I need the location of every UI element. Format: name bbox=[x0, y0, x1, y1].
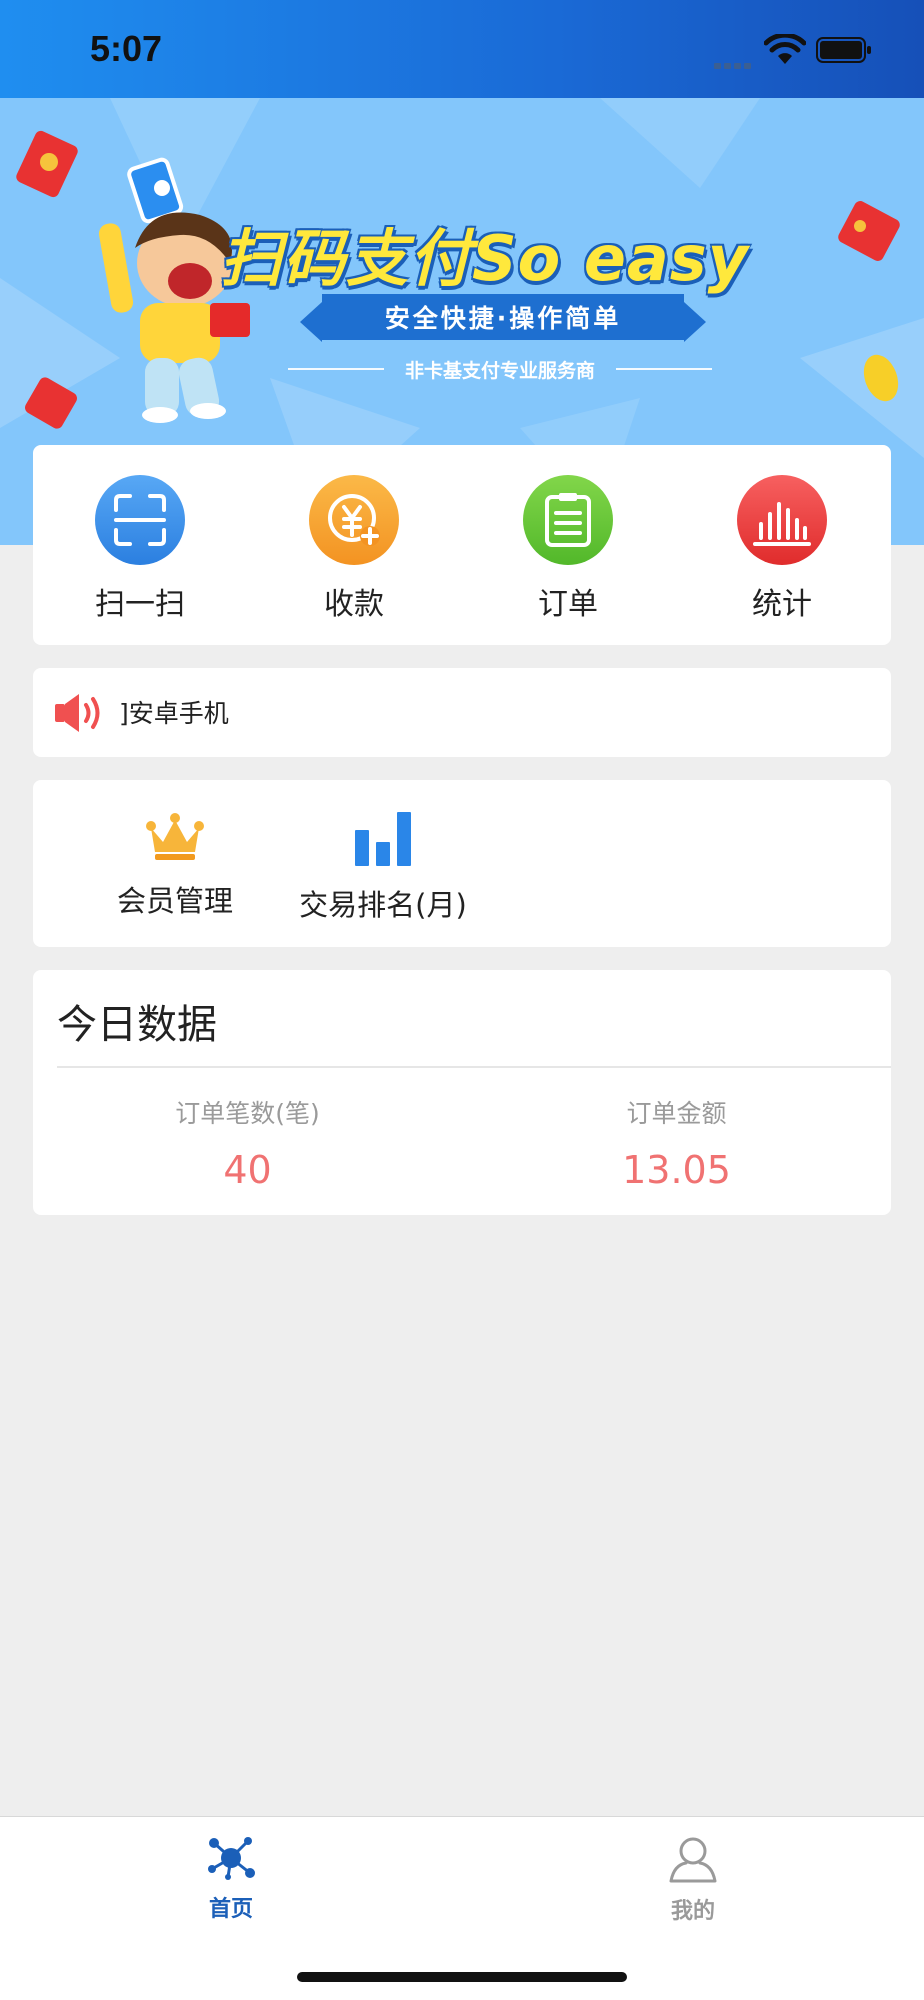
banner-ribbon: 安全快捷·操作简单 bbox=[322, 294, 684, 340]
member-tool-label: 会员管理 bbox=[116, 884, 233, 918]
tab-home[interactable]: 首页 bbox=[0, 1835, 462, 1923]
ribbon-right-tail bbox=[684, 302, 706, 342]
ribbon-left-tail bbox=[300, 302, 322, 342]
transaction-ranking-button[interactable]: 交易排名(月) bbox=[258, 810, 508, 924]
quick-action-scan[interactable]: 扫一扫 bbox=[40, 475, 240, 623]
user-profile-icon bbox=[669, 1837, 717, 1883]
member-tools-card: 会员管理 交易排名(月) bbox=[33, 780, 891, 947]
banner-subtitle: 非卡基支付专业服务商 bbox=[288, 356, 712, 383]
scan-icon bbox=[95, 475, 185, 565]
divider bbox=[57, 1066, 891, 1068]
member-tool-label: 交易排名(月) bbox=[299, 888, 467, 922]
quick-action-label: 统计 bbox=[752, 587, 812, 622]
quick-action-stats[interactable]: 统计 bbox=[682, 475, 882, 623]
tab-mine[interactable]: 我的 bbox=[462, 1835, 924, 1925]
quick-action-orders[interactable]: 订单 bbox=[468, 475, 668, 623]
bar-stats-icon bbox=[737, 475, 827, 565]
speaker-icon bbox=[55, 694, 100, 732]
notice-text: ]安卓手机 bbox=[119, 699, 229, 728]
home-network-icon bbox=[208, 1837, 255, 1880]
gold-coin-icon bbox=[863, 354, 899, 402]
member-management-button[interactable]: 会员管理 bbox=[75, 810, 275, 920]
status-bar: 5:07 bbox=[0, 0, 924, 98]
order-amount-stat[interactable]: 订单金额 13.05 bbox=[462, 1094, 891, 1192]
red-packet-icon bbox=[25, 377, 77, 429]
quick-action-label: 扫一扫 bbox=[95, 587, 185, 622]
order-amount-label: 订单金额 bbox=[626, 1099, 727, 1128]
today-data-card: 今日数据 订单笔数(笔) 40 订单金额 13.05 bbox=[33, 970, 891, 1215]
crown-icon bbox=[146, 813, 204, 860]
ranking-bars-icon bbox=[355, 812, 411, 866]
yuan-receive-icon bbox=[309, 475, 399, 565]
banner-title: 扫码支付So easy bbox=[220, 222, 750, 295]
quick-action-label: 收款 bbox=[324, 587, 384, 622]
today-data-title: 今日数据 bbox=[57, 1002, 217, 1048]
order-count-stat[interactable]: 订单笔数(笔) 40 bbox=[33, 1094, 462, 1192]
tab-label: 首页 bbox=[208, 1897, 253, 1922]
order-amount-value: 13.05 bbox=[622, 1148, 731, 1192]
quick-actions-card: 扫一扫 收款 订单 统计 bbox=[33, 445, 891, 645]
quick-action-receive[interactable]: 收款 bbox=[254, 475, 454, 623]
cellular-signal-icon bbox=[714, 54, 756, 69]
tab-label: 我的 bbox=[670, 1899, 715, 1924]
wifi-icon bbox=[764, 34, 806, 64]
clipboard-icon bbox=[523, 475, 613, 565]
red-packet-icon bbox=[838, 201, 900, 261]
home-indicator bbox=[297, 1972, 627, 1982]
order-count-value: 40 bbox=[223, 1148, 272, 1192]
battery-icon bbox=[816, 37, 871, 63]
order-count-label: 订单笔数(笔) bbox=[175, 1099, 320, 1128]
red-packet-icon bbox=[16, 130, 78, 198]
quick-action-label: 订单 bbox=[538, 587, 598, 622]
notice-marquee[interactable]: ]安卓手机 bbox=[33, 668, 891, 757]
status-time: 5:07 bbox=[90, 28, 163, 69]
